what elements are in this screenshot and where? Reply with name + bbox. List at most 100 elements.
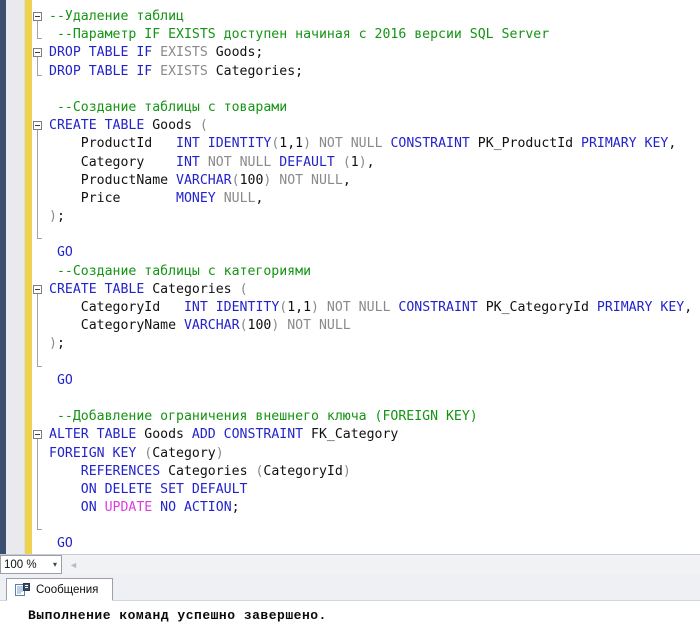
zoom-level-control[interactable]: 100 % ▾ xyxy=(0,555,62,574)
code-text: CategoryId INT IDENTITY(1,1) NOT NULL CO… xyxy=(49,300,693,315)
code-text: --Удаление таблиц xyxy=(49,9,184,24)
code-text: FOREIGN KEY (Category) xyxy=(49,445,224,461)
outline-connector xyxy=(37,299,38,318)
code-line[interactable]: GO xyxy=(32,372,700,390)
tab-messages-label: Сообщения xyxy=(36,583,99,596)
outline-connector xyxy=(37,153,38,172)
code-line[interactable]: ProductName VARCHAR(100) NOT NULL, xyxy=(32,171,700,190)
outline-connector xyxy=(37,335,38,354)
code-line[interactable] xyxy=(32,390,700,408)
code-line[interactable] xyxy=(32,81,700,99)
messages-pane: Выполнение команд успешно завершено. xyxy=(0,601,700,629)
outline-gutter xyxy=(32,99,49,117)
code-line[interactable]: ); xyxy=(32,208,700,227)
code-line[interactable]: CREATE TABLE Categories ( xyxy=(32,281,700,299)
code-line[interactable]: ); xyxy=(32,335,700,354)
collapse-toggle-icon[interactable] xyxy=(33,121,42,131)
code-text: DROP TABLE IF EXISTS Categories; xyxy=(49,63,304,79)
code-line[interactable]: FOREIGN KEY (Category) xyxy=(32,444,700,463)
code-line[interactable]: CategoryId INT IDENTITY(1,1) NOT NULL CO… xyxy=(32,299,700,318)
code-area[interactable]: --Удаление таблиц --Параметр IF EXISTS д… xyxy=(32,8,700,554)
scroll-left-arrow-icon[interactable]: ◄ xyxy=(62,560,78,570)
outline-gutter xyxy=(32,499,49,518)
outline-connector xyxy=(37,317,38,336)
code-line[interactable]: Category INT NOT NULL DEFAULT (1), xyxy=(32,153,700,172)
outline-gutter[interactable] xyxy=(32,281,49,299)
code-line[interactable]: CategoryName VARCHAR(100) NOT NULL xyxy=(32,317,700,336)
code-line[interactable]: ProductId INT IDENTITY(1,1) NOT NULL CON… xyxy=(32,135,700,154)
code-text: DROP TABLE IF EXISTS Goods; xyxy=(49,45,264,61)
code-line[interactable]: ALTER TABLE Goods ADD CONSTRAINT FK_Cate… xyxy=(32,426,700,445)
tab-messages[interactable]: Сообщения xyxy=(6,578,114,601)
code-text: REFERENCES Categories (CategoryId) xyxy=(80,463,351,479)
outline-connector xyxy=(37,62,38,75)
code-text: ALTER TABLE Goods ADD CONSTRAINT FK_Cate… xyxy=(49,427,399,443)
outline-gutter[interactable] xyxy=(32,44,49,63)
code-text: --Создание таблицы с категориями xyxy=(49,263,312,279)
outline-connector xyxy=(37,353,38,366)
collapse-toggle-icon[interactable] xyxy=(33,430,42,440)
code-line[interactable]: --Создание таблицы с товарами xyxy=(32,99,700,117)
chevron-down-icon[interactable]: ▾ xyxy=(53,560,58,569)
editor-status-bar: 100 % ▾ ◄ xyxy=(0,554,700,574)
code-text: ); xyxy=(49,209,65,225)
code-line[interactable]: REFERENCES Categories (CategoryId) xyxy=(32,462,700,481)
query-editor[interactable]: --Удаление таблиц --Параметр IF EXISTS д… xyxy=(0,0,700,554)
code-line[interactable]: Price MONEY NULL, xyxy=(32,189,700,209)
code-line[interactable]: GO xyxy=(32,535,700,553)
code-line[interactable]: GO xyxy=(32,244,700,262)
outline-gutter[interactable] xyxy=(32,426,49,445)
code-line[interactable] xyxy=(32,226,700,244)
outline-gutter[interactable] xyxy=(32,117,49,136)
outline-connector xyxy=(37,499,38,518)
code-text: --Добавление ограничения внешнего ключа … xyxy=(49,409,478,425)
code-line[interactable]: DROP TABLE IF EXISTS Categories; xyxy=(32,62,700,81)
horizontal-scrollbar[interactable]: ◄ xyxy=(62,555,700,574)
outline-gutter[interactable] xyxy=(32,8,49,27)
code-line[interactable]: ON DELETE SET DEFAULT xyxy=(32,480,700,500)
collapse-toggle-icon[interactable] xyxy=(33,12,42,21)
code-text: CategoryName VARCHAR(100) NOT NULL xyxy=(49,318,351,334)
zoom-level-value: 100 % xyxy=(4,558,37,571)
code-text: GO xyxy=(49,372,73,388)
outline-gutter xyxy=(32,390,49,408)
code-line[interactable] xyxy=(32,517,700,535)
code-line[interactable]: DROP TABLE IF EXISTS Goods; xyxy=(32,44,700,63)
outline-gutter xyxy=(32,299,49,318)
outline-gutter xyxy=(32,208,49,227)
outline-gutter xyxy=(32,335,49,354)
outline-connector xyxy=(37,226,38,239)
outline-connector xyxy=(37,171,38,190)
code-text: ); xyxy=(49,336,65,352)
code-line[interactable]: --Параметр IF EXISTS доступен начиная с … xyxy=(32,26,700,44)
outline-gutter xyxy=(32,26,49,44)
outline-end-tick xyxy=(37,529,42,531)
outline-gutter xyxy=(32,153,49,172)
collapse-toggle-icon[interactable] xyxy=(33,48,42,58)
code-line[interactable]: ON UPDATE NO ACTION; xyxy=(32,499,700,518)
outline-gutter xyxy=(32,81,49,99)
outline-gutter xyxy=(32,135,49,154)
sql-editor-window: --Удаление таблиц --Параметр IF EXISTS д… xyxy=(0,0,700,629)
code-line[interactable]: --Добавление ограничения внешнего ключа … xyxy=(32,408,700,426)
code-text: --Создание таблицы с товарами xyxy=(49,99,288,115)
outline-gutter xyxy=(32,171,49,190)
code-line[interactable]: --Создание таблицы с категориями xyxy=(32,263,700,281)
code-text: ON UPDATE NO ACTION; xyxy=(80,500,240,516)
code-text: Price MONEY NULL, xyxy=(49,190,264,206)
outline-gutter xyxy=(32,62,49,81)
outline-gutter xyxy=(32,462,49,481)
code-line[interactable] xyxy=(32,353,700,372)
code-line[interactable]: --Удаление таблиц xyxy=(32,8,700,27)
collapse-toggle-icon[interactable] xyxy=(33,284,42,294)
code-line[interactable]: CREATE TABLE Goods ( xyxy=(32,117,700,136)
code-text: ProductName VARCHAR(100) NOT NULL, xyxy=(49,172,351,188)
code-text: Category INT NOT NULL DEFAULT (1), xyxy=(49,154,375,170)
outline-connector xyxy=(37,26,38,39)
change-tracking-margin xyxy=(25,0,32,554)
outline-gutter xyxy=(32,317,49,336)
